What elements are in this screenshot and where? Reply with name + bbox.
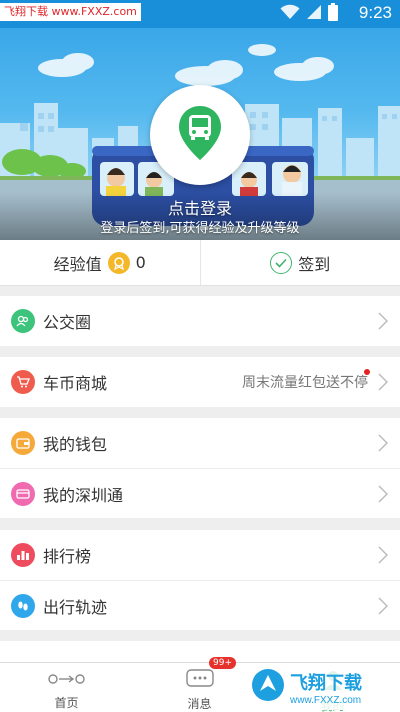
menu-group-4: 排行榜 出行轨迹 xyxy=(0,530,400,630)
route-icon xyxy=(47,671,87,690)
chevron-right-icon xyxy=(378,597,389,619)
user-stats: 经验值 0 签到 xyxy=(0,240,400,286)
tab-label: 消息 xyxy=(187,697,212,711)
menu-item-shenzhen-card[interactable]: 我的深圳通 xyxy=(0,468,400,518)
watermark-bottom: 飞翔下载 www.FXXZ.com xyxy=(246,664,396,710)
checkin-button[interactable]: 签到 xyxy=(199,240,400,285)
menu-item-label: 车币商城 xyxy=(43,374,108,393)
checkin-label: 签到 xyxy=(298,254,331,274)
menu-item-label: 公交圈 xyxy=(43,313,92,332)
menu-item-travel-track[interactable]: 出行轨迹 xyxy=(0,580,400,630)
menu-item-wallet[interactable]: 我的钱包 xyxy=(0,418,400,468)
ranking-icon xyxy=(11,543,35,567)
signal-icon xyxy=(306,4,322,24)
bus-pin-icon xyxy=(177,104,223,166)
check-icon xyxy=(270,251,293,274)
menu-item-label: 我的钱包 xyxy=(43,435,108,454)
menu-item-label: 出行轨迹 xyxy=(43,597,108,617)
status-bar: 飞翔下载 www.FXXZ.com 9:23 xyxy=(0,0,400,28)
chat-icon xyxy=(185,669,214,693)
chevron-right-icon xyxy=(378,312,389,334)
login-avatar-button[interactable] xyxy=(150,85,250,185)
card-icon xyxy=(11,481,35,506)
wifi-icon xyxy=(280,4,300,24)
menu-item-label: 排行榜 xyxy=(43,547,92,566)
menu-group-2: 车币商城 周末流量红包送不停 xyxy=(0,357,400,407)
watermark-url: www.FXXZ.com xyxy=(290,694,362,706)
menu-group-5-partial xyxy=(0,641,400,662)
chevron-right-icon xyxy=(378,546,389,568)
login-title[interactable]: 点击登录 xyxy=(0,195,400,219)
status-icons xyxy=(280,3,338,25)
menu-item-label: 我的深圳通 xyxy=(43,485,124,505)
login-subtitle: 登录后签到,可获得经验及升级等级 xyxy=(100,221,300,236)
watermark-title: 飞翔下载 xyxy=(290,672,362,694)
tab-label: 首页 xyxy=(54,696,79,710)
chevron-right-icon xyxy=(378,373,389,395)
cart-icon xyxy=(11,370,35,394)
exp-value: 0 xyxy=(135,253,146,272)
medal-icon xyxy=(107,251,130,274)
clock: 9:23 xyxy=(358,3,392,22)
exp-label: 经验值 xyxy=(53,254,102,274)
menu-group-1: 公交圈 xyxy=(0,296,400,346)
chevron-right-icon xyxy=(378,434,389,456)
promo-text: 周末流量红包送不停 xyxy=(242,375,368,391)
message-badge: 99+ xyxy=(209,657,236,669)
chevron-right-icon xyxy=(378,485,389,507)
tab-home[interactable]: 首页 xyxy=(0,663,133,712)
experience-stat: 经验值 0 xyxy=(0,240,200,285)
notification-dot xyxy=(364,369,370,375)
watermark-top: 飞翔下载 www.FXXZ.com xyxy=(0,3,141,21)
wallet-icon xyxy=(11,431,35,455)
battery-icon xyxy=(328,3,338,25)
menu-group-3: 我的钱包 我的深圳通 xyxy=(0,418,400,518)
footprint-icon xyxy=(11,593,35,618)
people-icon xyxy=(11,309,35,333)
menu-item-bus-circle[interactable]: 公交圈 xyxy=(0,296,400,346)
menu-item-ranking[interactable]: 排行榜 xyxy=(0,530,400,580)
menu-item-coin-mall[interactable]: 车币商城 周末流量红包送不停 xyxy=(0,357,400,407)
watermark-logo-icon xyxy=(250,667,286,707)
login-banner[interactable]: 点击登录 登录后签到,可获得经验及升级等级 xyxy=(0,28,400,240)
